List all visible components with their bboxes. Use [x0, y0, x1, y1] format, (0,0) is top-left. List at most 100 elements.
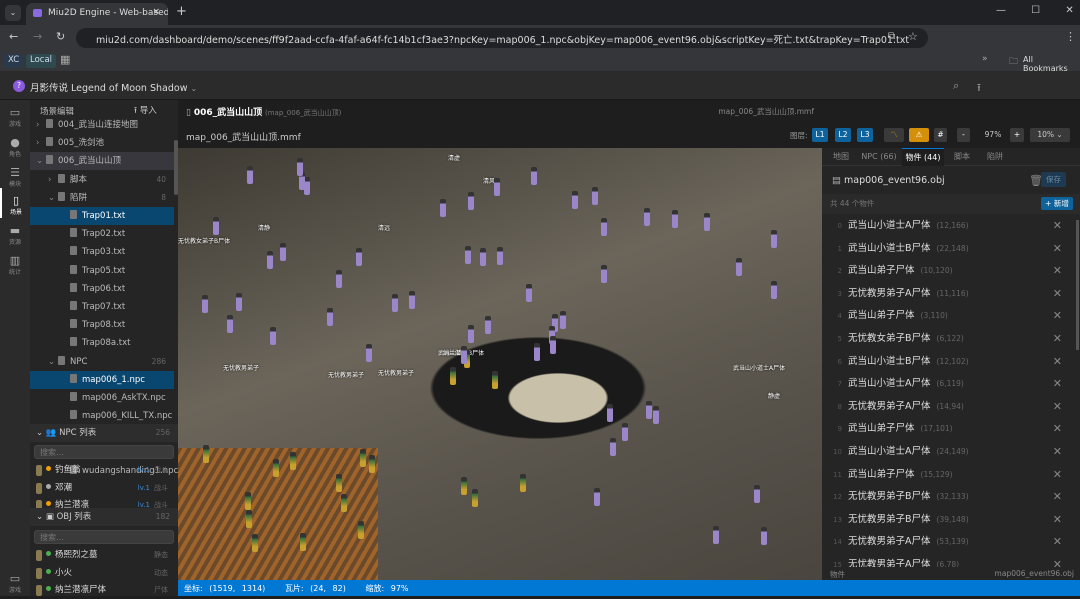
- map-sprite[interactable]: [358, 521, 365, 540]
- zoom-out-button[interactable]: -: [957, 128, 970, 142]
- trap-toggle-icon[interactable]: 〽: [884, 128, 904, 142]
- panel-tab[interactable]: 物件 (44): [902, 148, 944, 166]
- map-sprite[interactable]: [290, 451, 297, 470]
- tree-item[interactable]: Trap03.txt: [30, 243, 174, 261]
- url-input[interactable]: miu2d.com/dashboard/demo/scenes/ff9f2aad…: [76, 28, 928, 48]
- game-selector[interactable]: 月影传说 Legend of Moon Shadow ⌄: [30, 80, 197, 94]
- delete-object-icon[interactable]: ✕: [1053, 464, 1062, 486]
- map-sprite[interactable]: [735, 258, 742, 277]
- tree-item[interactable]: › 004_武当山连接地图: [30, 116, 174, 134]
- delete-object-icon[interactable]: ✕: [1053, 238, 1062, 260]
- tree-item[interactable]: Trap02.txt: [30, 225, 174, 243]
- object-row[interactable]: 14 无忧教男弟子A尸体 (53,139) ✕: [822, 531, 1072, 554]
- map-sprite[interactable]: [365, 343, 372, 362]
- delete-object-icon[interactable]: ✕: [1053, 441, 1062, 463]
- all-bookmarks[interactable]: All Bookmarks: [1023, 55, 1080, 73]
- delete-object-icon[interactable]: ✕: [1053, 554, 1062, 567]
- list-item[interactable]: 小火 动态: [30, 565, 178, 582]
- map-sprite[interactable]: [236, 293, 243, 312]
- back-icon[interactable]: ←: [9, 30, 18, 43]
- map-sprite[interactable]: [368, 454, 375, 473]
- delete-object-icon[interactable]: ✕: [1053, 305, 1062, 327]
- object-row[interactable]: 15 无忧教男弟子A尸体 (6,78) ✕: [822, 554, 1072, 567]
- map-sprite[interactable]: [497, 247, 504, 266]
- object-row[interactable]: 12 无忧教男弟子B尸体 (32,133) ✕: [822, 486, 1072, 509]
- map-sprite[interactable]: [592, 187, 599, 206]
- close-tab-icon[interactable]: ×: [152, 7, 160, 17]
- map-sprite[interactable]: [601, 218, 608, 237]
- zoom-in-button[interactable]: +: [1010, 128, 1024, 142]
- rail-item-resource[interactable]: ▬ 资源: [0, 224, 30, 246]
- rail-item-module[interactable]: ☰ 模块: [0, 166, 30, 188]
- map-sprite[interactable]: [336, 270, 343, 289]
- map-sprite[interactable]: [703, 213, 710, 232]
- map-sprite[interactable]: [247, 165, 254, 184]
- map-sprite[interactable]: [245, 491, 252, 510]
- tree-item[interactable]: ⌄ 陷阱 8: [30, 189, 174, 207]
- delete-object-icon[interactable]: ✕: [1053, 328, 1062, 350]
- tree-item[interactable]: › 005_洗剑池: [30, 134, 174, 152]
- map-sprite[interactable]: [449, 367, 456, 386]
- map-sprite[interactable]: [534, 343, 541, 362]
- rail-item-character[interactable]: ● 角色: [0, 136, 30, 158]
- delete-object-icon[interactable]: ✕: [1053, 373, 1062, 395]
- object-row[interactable]: 13 无忧教男弟子B尸体 (39,148) ✕: [822, 509, 1072, 532]
- new-tab-button[interactable]: +: [176, 4, 187, 19]
- star-icon[interactable]: ☆: [908, 30, 918, 43]
- map-sprite[interactable]: [713, 525, 720, 544]
- reload-icon[interactable]: ↻: [56, 30, 65, 43]
- upload-icon[interactable]: ⭱: [977, 79, 981, 98]
- forward-icon[interactable]: →: [33, 30, 42, 43]
- map-sprite[interactable]: [601, 264, 608, 283]
- panel-tab[interactable]: NPC (66): [858, 148, 900, 166]
- map-sprite[interactable]: [646, 401, 653, 420]
- object-list-scrollbar[interactable]: [1076, 220, 1079, 350]
- panel-tab[interactable]: 陷阱: [980, 148, 1010, 166]
- layer-l1-button[interactable]: L1: [812, 128, 828, 142]
- tree-item[interactable]: Trap07.txt: [30, 298, 174, 316]
- rail-item-scene[interactable]: ▯ 场景: [0, 188, 30, 218]
- map-sprite[interactable]: [468, 192, 475, 211]
- list-item[interactable]: 邓潮 lv.1 战斗: [30, 480, 178, 497]
- search-icon[interactable]: ⌕: [953, 79, 959, 93]
- tree-item[interactable]: ⌄ NPC 286: [30, 353, 174, 371]
- object-row[interactable]: 7 武当山小道士A尸体 (6,119) ✕: [822, 373, 1072, 396]
- obj-list-header[interactable]: ⌄ ▣ OBJ 列表 182: [30, 508, 178, 526]
- map-sprite[interactable]: [550, 336, 557, 355]
- tree-item[interactable]: Trap01.txt: [30, 207, 174, 225]
- warning-toggle-icon[interactable]: ⚠: [909, 128, 929, 142]
- map-sprite[interactable]: [465, 246, 472, 265]
- map-sprite[interactable]: [409, 291, 416, 310]
- tree-item[interactable]: Trap06.txt: [30, 280, 174, 298]
- list-item[interactable]: 钓鱼翁 lv.1 战斗: [30, 462, 178, 479]
- panel-tab[interactable]: 地图: [826, 148, 856, 166]
- object-row[interactable]: 5 无忧教女弟子B尸体 (6,122) ✕: [822, 328, 1072, 351]
- map-sprite[interactable]: [461, 476, 468, 495]
- menu-icon[interactable]: ⋮: [1065, 30, 1076, 43]
- map-sprite[interactable]: [360, 449, 367, 468]
- map-sprite[interactable]: [279, 243, 286, 262]
- map-sprite[interactable]: [460, 346, 467, 365]
- opacity-select[interactable]: 10% ⌄: [1030, 128, 1070, 142]
- rail-item-game[interactable]: ▭ 游戏: [0, 106, 30, 128]
- tree-item[interactable]: map006_AskTX.npc: [30, 389, 174, 407]
- map-sprite[interactable]: [335, 473, 342, 492]
- map-sprite[interactable]: [559, 310, 566, 329]
- delete-object-icon[interactable]: ✕: [1053, 260, 1062, 282]
- map-sprite[interactable]: [392, 293, 399, 312]
- map-sprite[interactable]: [771, 281, 778, 300]
- object-row[interactable]: 0 武当山小道士A尸体 (12,166) ✕: [822, 215, 1072, 238]
- delete-object-icon[interactable]: ✕: [1053, 215, 1062, 237]
- delete-object-icon[interactable]: ✕: [1053, 531, 1062, 553]
- map-sprite[interactable]: [356, 247, 363, 266]
- tree-item[interactable]: ⌄ 006_武当山山顶: [30, 152, 174, 171]
- map-sprite[interactable]: [440, 199, 447, 218]
- map-sprite[interactable]: [771, 229, 778, 248]
- map-sprite[interactable]: [653, 406, 660, 425]
- map-sprite[interactable]: [226, 314, 233, 333]
- map-sprite[interactable]: [530, 167, 537, 186]
- map-sprite[interactable]: [643, 208, 650, 227]
- bookmark-local[interactable]: Local: [26, 54, 57, 68]
- add-object-button[interactable]: + 新增: [1041, 197, 1073, 210]
- map-canvas[interactable]: 清虚清风清远清静武当山弟子B尸体无忧教女弟子B尸体纳兰潜凛无忧教男弟子无忧教男弟…: [178, 148, 822, 580]
